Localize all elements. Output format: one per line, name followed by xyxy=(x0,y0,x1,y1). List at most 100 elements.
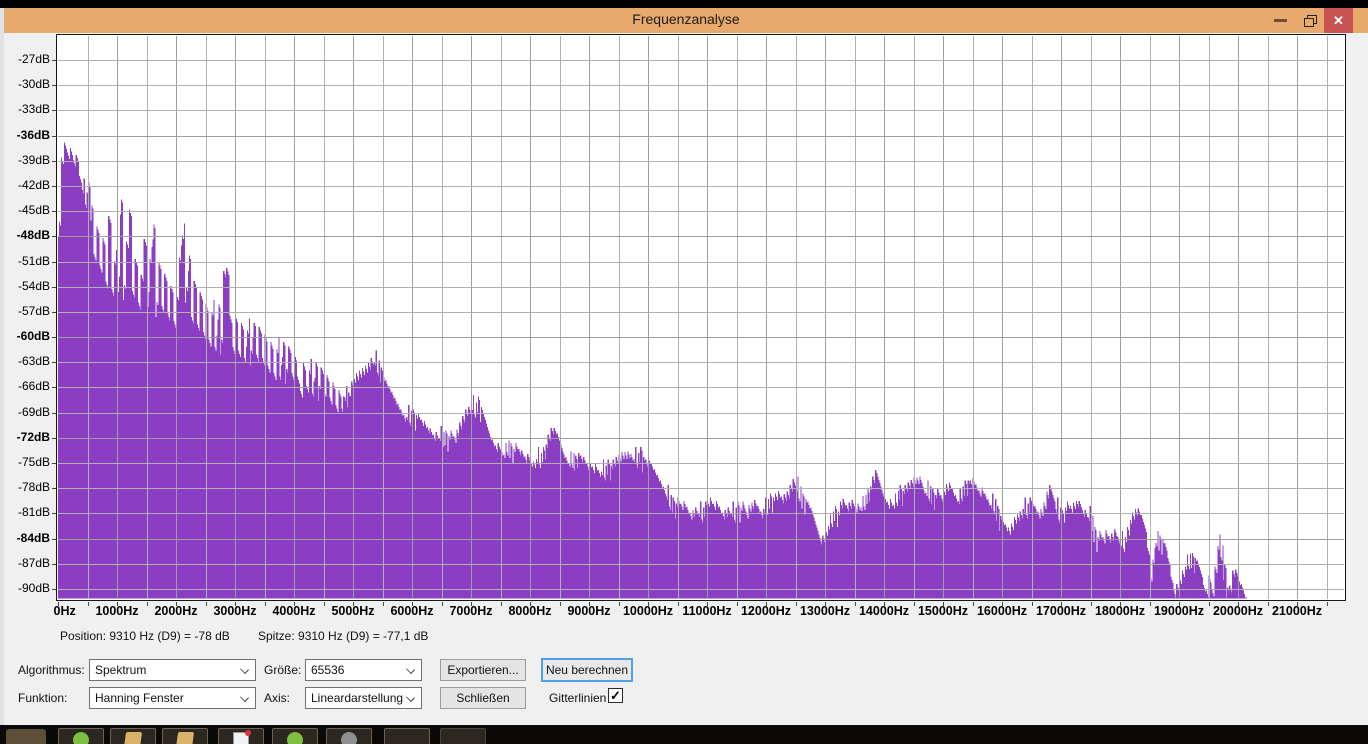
size-value: 65536 xyxy=(311,663,345,677)
y-tick-label: -42dB xyxy=(17,177,50,192)
taskbar-item[interactable] xyxy=(162,728,208,744)
x-tick xyxy=(707,602,708,606)
app-icon xyxy=(73,732,89,744)
recalculate-button[interactable]: Neu berechnen xyxy=(541,658,633,682)
y-tick xyxy=(52,463,56,465)
x-tick xyxy=(471,602,472,606)
top-black-strip xyxy=(0,0,1368,8)
gridlines-label: Gitterlinien xyxy=(549,691,607,705)
x-tick xyxy=(766,602,767,606)
x-tick xyxy=(1238,602,1239,606)
taskbar-item[interactable] xyxy=(384,728,430,744)
taskbar-start-blob[interactable] xyxy=(6,729,46,744)
x-tick-label: 16000Hz xyxy=(976,604,1028,618)
x-tick xyxy=(294,602,295,606)
axis-combobox[interactable]: Lineardarstellung xyxy=(305,687,422,709)
y-tick-label: -51dB xyxy=(17,253,50,268)
x-tick-label: 5000Hz xyxy=(331,604,375,618)
x-tick xyxy=(441,602,443,606)
function-combobox[interactable]: Hanning Fenster xyxy=(89,687,256,709)
close-icon: ✕ xyxy=(1333,12,1344,28)
x-tick xyxy=(530,602,531,606)
y-tick xyxy=(52,185,56,187)
y-tick-label: -84dB xyxy=(16,530,50,545)
y-tick xyxy=(52,563,56,565)
y-tick-label: -75dB xyxy=(17,455,50,470)
y-tick-label: -54dB xyxy=(17,278,50,293)
y-tick xyxy=(52,538,56,540)
y-tick-label: -81dB xyxy=(17,505,50,520)
function-label: Funktion: xyxy=(18,691,68,705)
taskbar-item[interactable] xyxy=(218,728,264,744)
x-tick xyxy=(884,602,885,606)
x-tick xyxy=(795,602,797,606)
y-tick xyxy=(52,412,56,414)
x-tick-label: 7000Hz xyxy=(449,604,493,618)
x-tick-label: 1000Hz xyxy=(95,604,139,618)
y-tick xyxy=(52,513,56,515)
y-tick-label: -39dB xyxy=(17,152,50,167)
x-tick-label: 10000Hz xyxy=(622,604,674,618)
minimize-button[interactable] xyxy=(1266,8,1294,33)
y-tick xyxy=(52,85,56,87)
restore-button[interactable] xyxy=(1296,8,1324,33)
chevron-down-icon xyxy=(240,665,249,674)
x-tick xyxy=(264,602,266,606)
folder-icon xyxy=(123,732,143,744)
grid-pin-icon xyxy=(233,730,251,744)
x-tick xyxy=(1031,602,1033,606)
x-tick-label: 2000Hz xyxy=(154,604,198,618)
y-tick xyxy=(52,362,56,364)
spectrum-plot[interactable] xyxy=(56,34,1346,601)
x-tick-label: 12000Hz xyxy=(740,604,792,618)
x-tick xyxy=(1061,602,1062,606)
close-dialog-button[interactable]: Schließen xyxy=(440,687,526,709)
y-tick-label: -36dB xyxy=(16,127,50,142)
taskbar-item[interactable] xyxy=(110,728,156,744)
function-value: Hanning Fenster xyxy=(95,691,184,705)
algorithm-value: Spektrum xyxy=(95,663,147,677)
spectrum-canvas xyxy=(58,36,1344,599)
taskbar xyxy=(0,725,1368,744)
y-tick-label: -45dB xyxy=(17,203,50,218)
y-tick xyxy=(52,236,56,238)
x-tick xyxy=(1179,602,1180,606)
size-combobox[interactable]: 65536 xyxy=(305,659,422,681)
taskbar-item[interactable] xyxy=(58,728,104,744)
close-button[interactable]: ✕ xyxy=(1324,8,1353,33)
taskbar-item[interactable] xyxy=(326,728,372,744)
x-tick-label: 19000Hz xyxy=(1153,604,1205,618)
x-tick xyxy=(825,602,826,606)
gridlines-checkbox[interactable]: ✓ xyxy=(608,688,623,703)
x-tick xyxy=(1120,602,1121,606)
taskbar-item[interactable] xyxy=(272,728,318,744)
y-tick xyxy=(52,286,56,288)
y-tick xyxy=(52,135,56,137)
taskbar-item[interactable] xyxy=(440,728,486,744)
y-tick xyxy=(52,60,56,61)
x-tick-label: 3000Hz xyxy=(213,604,257,618)
chevron-down-icon xyxy=(406,665,415,674)
x-tick xyxy=(353,602,354,606)
app-icon xyxy=(287,732,303,744)
x-tick-label: 15000Hz xyxy=(917,604,969,618)
export-button[interactable]: Exportieren... xyxy=(440,659,526,681)
x-tick xyxy=(677,602,679,606)
window-title: Frequenzanalyse xyxy=(632,11,740,27)
x-tick xyxy=(500,602,502,606)
algorithm-combobox[interactable]: Spektrum xyxy=(89,659,256,681)
x-tick-label: 14000Hz xyxy=(858,604,910,618)
x-tick xyxy=(648,602,649,606)
x-tick-label: 11000Hz xyxy=(682,604,732,618)
x-tick xyxy=(117,602,118,606)
y-tick-label: -66dB xyxy=(17,379,50,394)
y-tick xyxy=(52,211,56,213)
y-tick xyxy=(52,589,56,590)
x-tick-label: 6000Hz xyxy=(390,604,434,618)
x-tick xyxy=(1002,602,1003,606)
x-tick xyxy=(736,602,738,606)
y-tick-label: -72dB xyxy=(16,429,50,444)
restore-icon xyxy=(1303,14,1317,27)
minimize-icon xyxy=(1273,19,1287,22)
x-tick xyxy=(1297,602,1298,606)
